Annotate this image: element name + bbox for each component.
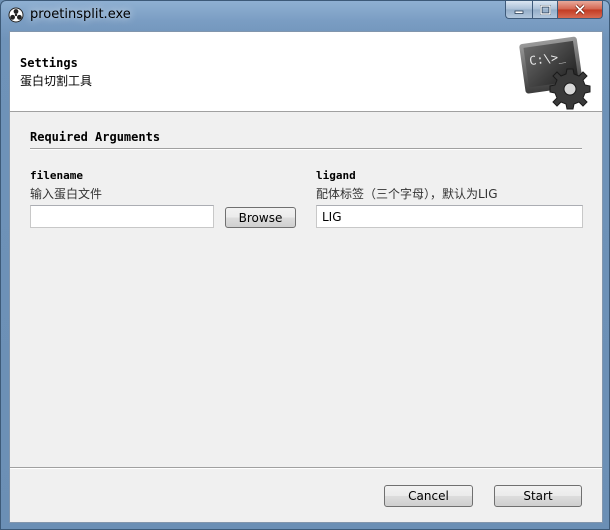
page-title: Settings (20, 56, 78, 70)
maximize-icon (539, 4, 551, 15)
caption-buttons (505, 1, 603, 20)
window-frame: proetinsplit.exe Settings 蛋白切割工具 C:\>_ R… (0, 0, 610, 530)
section-title: Required Arguments (30, 130, 161, 144)
ligand-label: ligand (316, 169, 356, 182)
close-icon (574, 4, 586, 15)
header-panel: Settings 蛋白切割工具 C:\>_ (10, 32, 602, 112)
ligand-help: 配体标签（三个字母），默认为LIG (316, 187, 498, 201)
cancel-button[interactable]: Cancel (384, 485, 473, 507)
browse-button[interactable]: Browse (225, 207, 296, 228)
section-divider (30, 148, 582, 150)
app-icon[interactable] (8, 7, 24, 23)
maximize-button[interactable] (532, 1, 557, 19)
window-title: proetinsplit.exe (30, 7, 131, 22)
close-button[interactable] (557, 1, 603, 19)
start-button[interactable]: Start (494, 485, 582, 507)
filename-input[interactable] (30, 205, 214, 228)
terminal-gear-icon: C:\>_ (516, 34, 596, 110)
title-bar[interactable]: proetinsplit.exe (1, 1, 609, 29)
page-subtitle: 蛋白切割工具 (20, 74, 93, 88)
footer-divider (10, 467, 602, 469)
filename-help: 输入蛋白文件 (30, 187, 103, 201)
dialog-client-area: Settings 蛋白切割工具 C:\>_ Required Arguments… (9, 31, 603, 523)
minimize-button[interactable] (505, 1, 532, 19)
filename-label: filename (30, 169, 83, 182)
ligand-input[interactable]: LIG (316, 205, 583, 228)
minimize-icon (514, 10, 524, 14)
